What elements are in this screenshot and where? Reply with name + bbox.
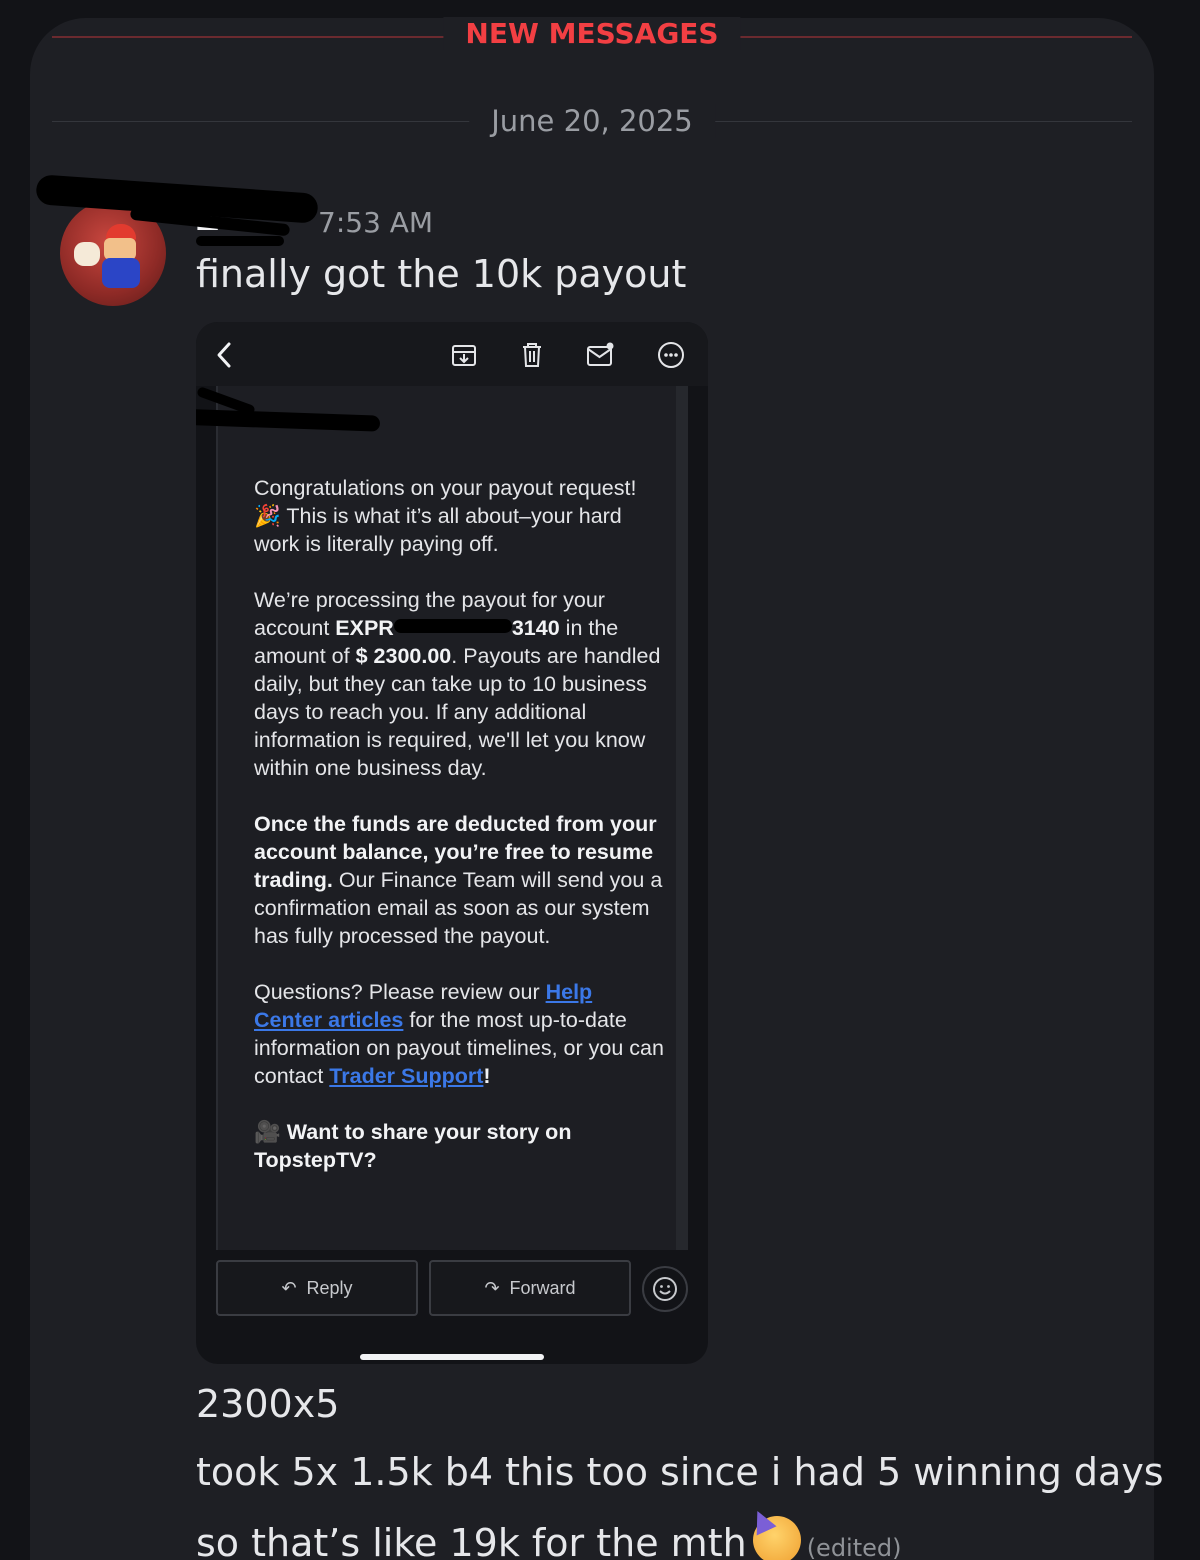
email-paragraph: Questions? Please review our Help Center… [254,978,664,1090]
message-timestamp: 7:53 AM [318,206,434,239]
date-label: June 20, 2025 [469,104,715,138]
account-number-end: 3140 [511,616,560,640]
redaction-scribble [196,236,284,246]
email-text: Questions? Please review our [254,980,546,1004]
home-indicator [360,1354,544,1360]
forward-button[interactable]: ↷ Forward [429,1260,631,1316]
back-icon[interactable] [210,340,240,370]
reply-label: Reply [306,1277,353,1298]
email-paragraph: Once the funds are deducted from your ac… [254,810,664,950]
message-text: so that’s like 19k for the mth [196,1521,747,1560]
more-icon[interactable] [656,340,686,370]
emoji-reaction-button[interactable] [642,1266,688,1312]
account-name: EXPR [335,616,394,640]
email-screenshot-attachment[interactable]: Congratulations on your payout request! … [196,322,708,1364]
message-text: took 5x 1.5k b4 this too since i had 5 w… [196,1450,1164,1494]
forward-icon: ↷ [484,1277,500,1298]
email-paragraph: We’re processing the payout for your acc… [254,586,664,782]
trader-support-link[interactable]: Trader Support [329,1064,483,1088]
mark-unread-icon[interactable] [585,340,615,370]
email-paragraph: Congratulations on your payout request! … [254,476,637,556]
archive-icon[interactable] [449,340,479,370]
email-body: Congratulations on your payout request! … [254,474,664,1202]
message-text: 2300x5 [196,1382,340,1426]
trash-icon[interactable] [517,340,547,370]
email-text: ! [483,1064,491,1088]
email-paragraph: 🎥 Want to share your story on TopstepTV? [254,1118,664,1174]
reply-button[interactable]: ↶ Reply [216,1260,418,1316]
email-toolbar [196,322,708,386]
redaction-scribble [393,619,512,633]
new-messages-label: NEW MESSAGES [443,17,741,50]
partying-face-emoji [752,1516,801,1560]
email-bold-text: 🎥 Want to share your story on TopstepTV? [254,1120,572,1172]
forward-label: Forward [509,1277,576,1298]
reply-icon: ↶ [281,1277,297,1298]
edited-label: (edited) [806,1534,902,1560]
message-text-line: so that’s like 19k for the mth (edited) [196,1516,902,1560]
date-divider: June 20, 2025 [52,104,1132,138]
message-text: finally got the 10k payout [196,252,687,296]
smiley-icon [653,1277,677,1301]
new-messages-divider: NEW MESSAGES [52,17,1132,50]
payout-amount: $ 2300.00 [355,644,452,668]
